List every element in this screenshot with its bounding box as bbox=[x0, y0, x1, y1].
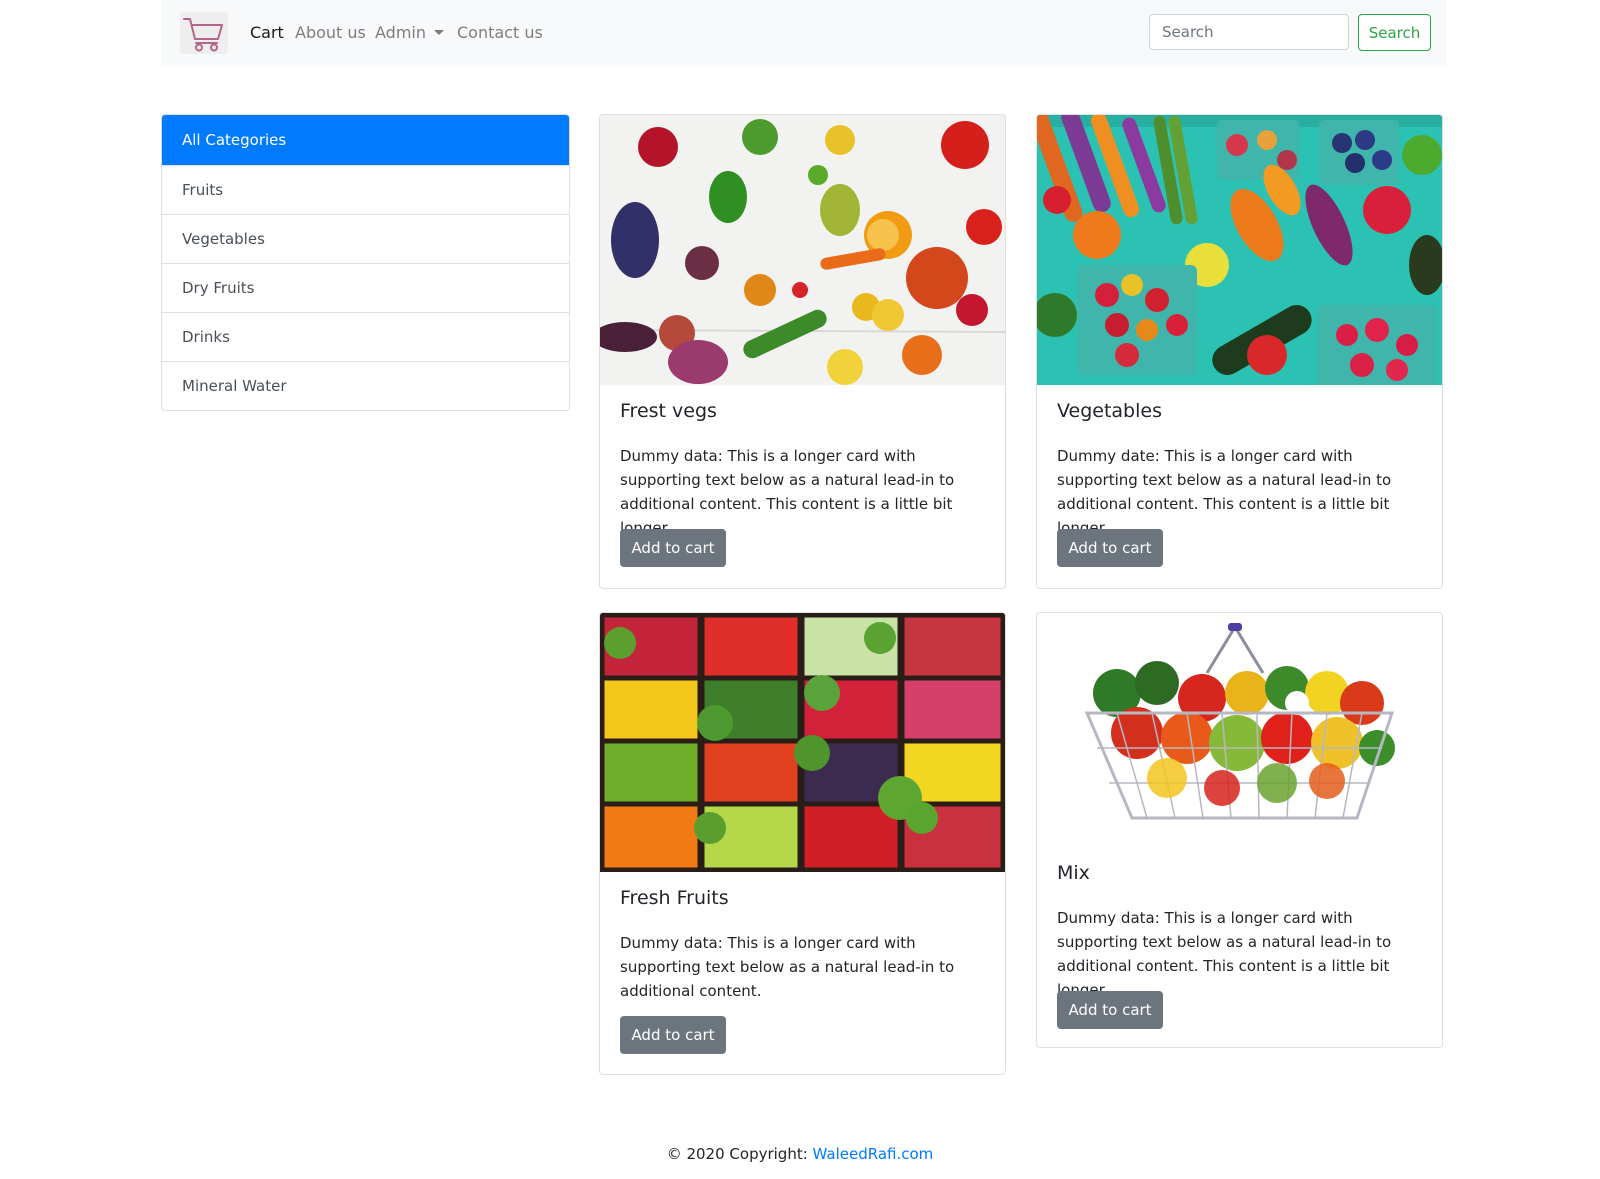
shopping-cart-icon bbox=[183, 18, 223, 52]
category-mineral-water[interactable]: Mineral Water bbox=[162, 361, 569, 410]
footer-copyright: © 2020 Copyright: bbox=[666, 1145, 813, 1163]
add-to-cart-button[interactable]: Add to cart bbox=[620, 529, 726, 567]
product-title: Frest vegs bbox=[620, 400, 717, 422]
product-title: Mix bbox=[1057, 862, 1090, 884]
search-button[interactable]: Search bbox=[1358, 14, 1431, 51]
product-description: Dummy data: This is a longer card with s… bbox=[620, 447, 955, 537]
product-card: Vegetables Dummy date: This is a longer … bbox=[1036, 114, 1443, 589]
add-to-cart-button[interactable]: Add to cart bbox=[1057, 991, 1163, 1029]
category-drinks[interactable]: Drinks bbox=[162, 312, 569, 361]
product-card: Frest vegs Dummy data: This is a longer … bbox=[599, 114, 1006, 589]
search-input[interactable] bbox=[1149, 14, 1349, 50]
product-description: Dummy data: This is a longer card with s… bbox=[1057, 909, 1392, 999]
nav-link-admin[interactable]: Admin bbox=[375, 22, 444, 44]
product-image bbox=[1037, 115, 1442, 385]
footer: © 2020 Copyright: WaleedRafi.com bbox=[0, 1145, 1600, 1163]
caret-down-icon bbox=[434, 30, 444, 35]
product-image bbox=[600, 613, 1005, 872]
product-description: Dummy data: This is a longer card with s… bbox=[620, 934, 955, 1000]
product-image bbox=[600, 115, 1005, 385]
product-title: Vegetables bbox=[1057, 400, 1162, 422]
brand-logo[interactable] bbox=[180, 12, 228, 54]
nav-link-contact-us[interactable]: Contact us bbox=[457, 22, 543, 44]
footer-link[interactable]: WaleedRafi.com bbox=[813, 1145, 934, 1163]
product-card: Fresh Fruits Dummy data: This is a longe… bbox=[599, 612, 1006, 1075]
product-image bbox=[1037, 613, 1442, 858]
navbar: Cart About us Admin Contact us Search bbox=[161, 0, 1447, 66]
add-to-cart-button[interactable]: Add to cart bbox=[1057, 529, 1163, 567]
add-to-cart-button[interactable]: Add to cart bbox=[620, 1016, 726, 1054]
nav-link-about-us[interactable]: About us bbox=[295, 22, 366, 44]
product-description: Dummy date: This is a longer card with s… bbox=[1057, 447, 1392, 537]
product-title: Fresh Fruits bbox=[620, 887, 729, 909]
product-card: Mix Dummy data: This is a longer card wi… bbox=[1036, 612, 1443, 1048]
category-list: All Categories Fruits Vegetables Dry Fru… bbox=[161, 114, 570, 411]
category-fruits[interactable]: Fruits bbox=[162, 165, 569, 214]
category-vegetables[interactable]: Vegetables bbox=[162, 214, 569, 263]
category-dry-fruits[interactable]: Dry Fruits bbox=[162, 263, 569, 312]
nav-link-cart[interactable]: Cart bbox=[250, 22, 284, 44]
nav-link-admin-label: Admin bbox=[375, 23, 426, 42]
category-all[interactable]: All Categories bbox=[162, 115, 569, 165]
